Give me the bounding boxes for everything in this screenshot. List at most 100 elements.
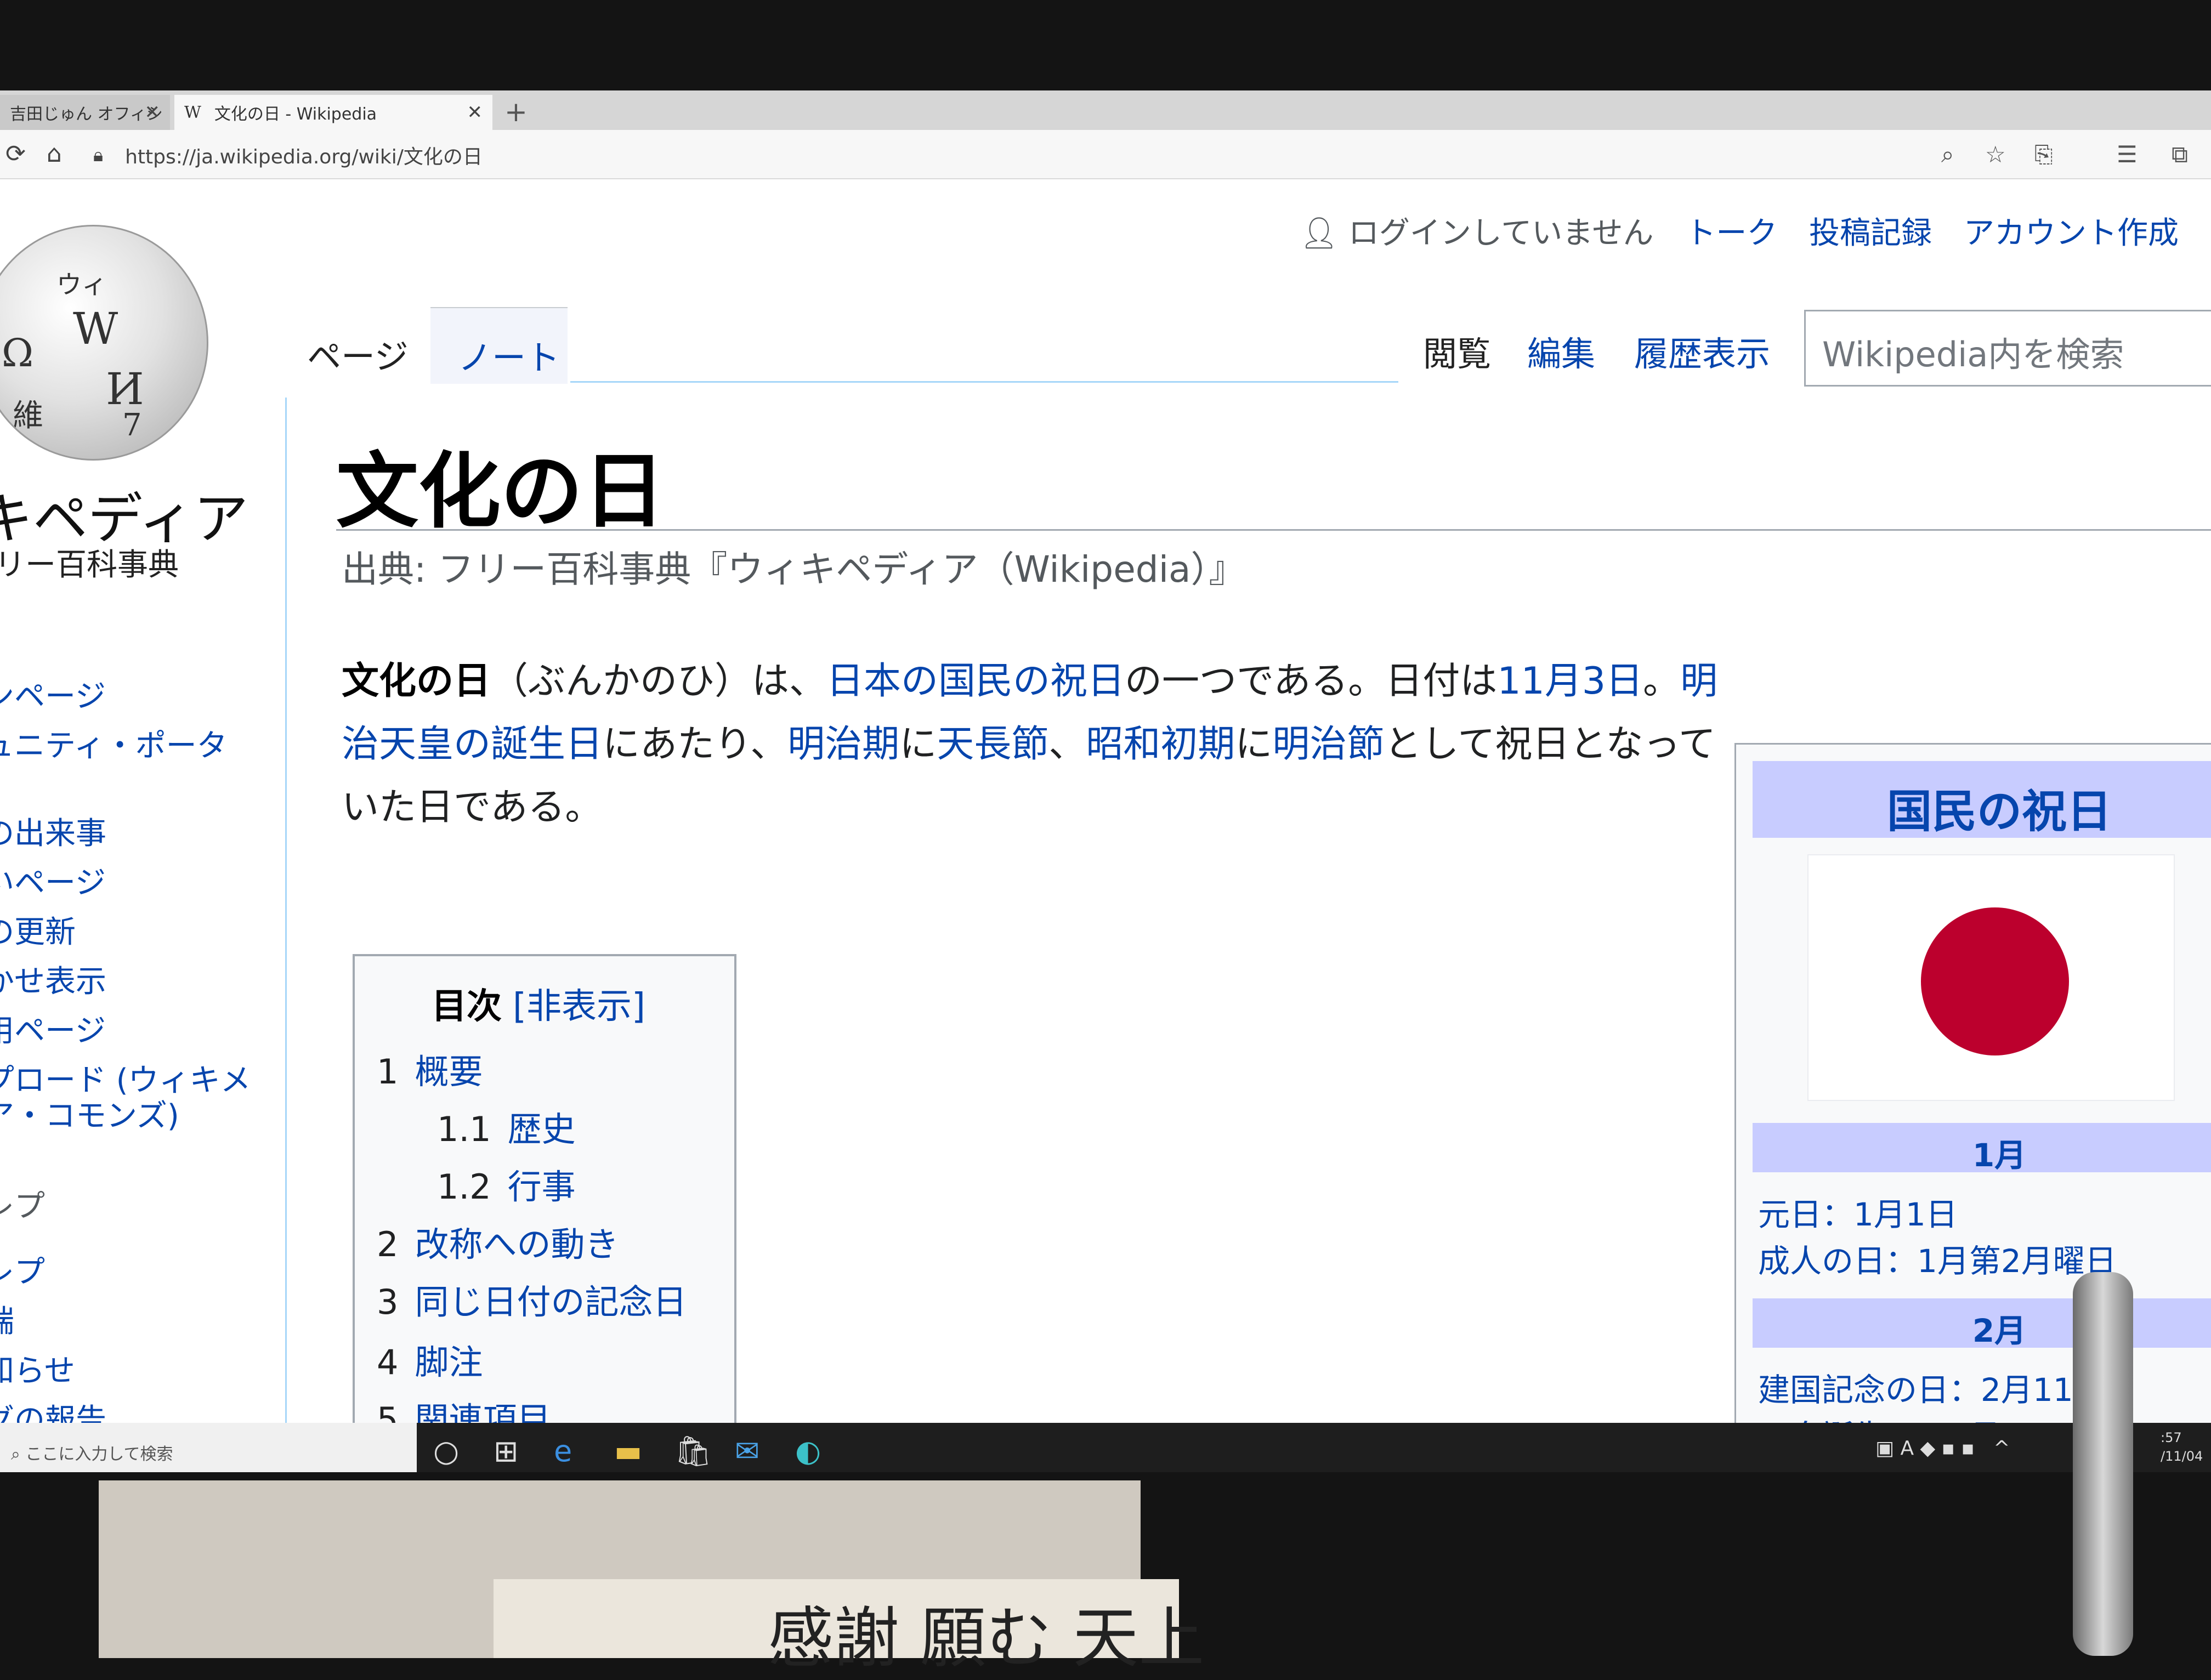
infobox-national-holidays: 国民の祝日 1月 元日：1月1日 成人の日：1月第2月曜日 2月 建国記念の日：… [1734, 743, 2211, 1472]
sidebar-item[interactable]: ンページ [0, 672, 106, 716]
lock-icon: 🔒︎ [93, 144, 104, 166]
toc-item[interactable]: 4 脚注 [377, 1335, 483, 1384]
task-view-icon[interactable]: ⊞ [494, 1434, 518, 1468]
cortana-icon[interactable]: ○ [433, 1434, 459, 1468]
zoom-icon[interactable]: ⌕ [1941, 141, 1954, 168]
user-icon: 👤︎ [1300, 215, 1339, 251]
read-aloud-icon[interactable]: ⎘ [2034, 141, 2053, 168]
favorite-star-icon[interactable]: ☆ [1985, 141, 2006, 168]
lead-text: に [1235, 723, 1273, 766]
toc-item[interactable]: 2 改称への動き [377, 1217, 619, 1266]
toc-toggle[interactable]: [非表示] [513, 986, 645, 1027]
tab-divider [570, 381, 1398, 383]
link-national-holiday[interactable]: 日本の国民の祝日 [826, 660, 1125, 703]
search-input[interactable]: Wikipedia内を検索 [1804, 310, 2211, 387]
talk-link[interactable]: トーク [1685, 215, 1777, 251]
toc-number: 3 [377, 1282, 399, 1322]
sidebar-item[interactable]: いページ [0, 858, 106, 903]
browser-tab-inactive[interactable]: 吉田じゅん オフィシ ✕ [0, 95, 170, 130]
wikipedia-tagline: リー百科事典 [0, 547, 179, 583]
toc-link[interactable]: 改称への動き [415, 1224, 619, 1264]
link-early-showa[interactable]: 昭和初期 [1086, 723, 1235, 766]
browser-toolbar: ⟳ ⌂ 🔒︎ https://ja.wikipedia.org/wiki/文化の… [0, 130, 2211, 179]
japan-flag-image[interactable] [1807, 854, 2175, 1101]
globe-glyph: Ω [2, 331, 34, 376]
infobox-holiday-row[interactable]: 元日：1月1日 [1758, 1189, 1958, 1235]
toc-item[interactable]: 1 概要 [377, 1044, 483, 1093]
toc-link[interactable]: 脚注 [415, 1342, 483, 1382]
toc-item[interactable]: 3 同じ日付の記念日 [377, 1274, 687, 1324]
toc-item[interactable]: 1.2 行事 [437, 1159, 576, 1208]
infobox-month-header: 2月 [1753, 1298, 2211, 1349]
personal-tools: 👤︎ ログインしていません トーク 投稿記録 アカウント作成 ログ [1300, 208, 2211, 253]
sidebar-item[interactable]: 端 [0, 1297, 14, 1341]
create-account-link[interactable]: アカウント作成 [1964, 215, 2179, 251]
sidebar-item[interactable]: 用ページ [0, 1006, 106, 1051]
toc-link[interactable]: 概要 [415, 1052, 483, 1092]
toc-item[interactable]: 1.1 歴史 [437, 1102, 576, 1151]
windows-taskbar: ⌕ ここに入力して検索 ○ ⊞ e ▬ 🛍︎ ✉ ◐ ▣ A ◆ ▪ ▪ ^ :… [0, 1423, 2211, 1472]
sidebar-item[interactable]: レプ [0, 1247, 45, 1292]
file-explorer-icon[interactable]: ▬ [614, 1434, 642, 1468]
tab-talk[interactable]: ノート [430, 307, 568, 384]
toc-number: 2 [377, 1224, 399, 1264]
new-tab-icon[interactable]: + [504, 98, 528, 126]
monitor-screen: 吉田じゅん オフィシ ✕ W 文化の日 - Wikipedia ✕ + ⟳ ⌂ … [0, 90, 2211, 1472]
store-icon[interactable]: 🛍︎ [674, 1434, 712, 1469]
lead-paragraph: 文化の日（ぶんかのひ）は、日本の国民の祝日の一つである。日付は11月3日。明治天… [342, 650, 1740, 839]
site-subtitle: 出典: フリー百科事典『ウィキペディア（Wikipedia）』 [342, 548, 1245, 591]
address-bar[interactable]: 🔒︎ https://ja.wikipedia.org/wiki/文化の日 [93, 139, 2067, 172]
wikipedia-globe-logo[interactable]: ウィ W Ω И 維 7 [0, 225, 208, 461]
pen-object [2073, 1272, 2133, 1656]
toc-number: 4 [377, 1342, 399, 1382]
toc-link[interactable]: 同じ日付の記念日 [415, 1282, 687, 1322]
tab-page[interactable]: ページ [291, 307, 428, 384]
browser-tab-active[interactable]: W 文化の日 - Wikipedia ✕ [174, 95, 492, 130]
close-icon[interactable]: ✕ [467, 101, 483, 123]
favorites-list-icon[interactable]: ☰ [2117, 141, 2138, 168]
collections-icon[interactable]: ⧉ [2172, 141, 2188, 168]
taskbar-clock[interactable]: :57 /11/04 [2161, 1428, 2203, 1466]
toc-link[interactable]: 歴史 [508, 1109, 576, 1149]
contributions-link[interactable]: 投稿記録 [1809, 215, 1932, 251]
browser-tab-bar: 吉田じゅん オフィシ ✕ W 文化の日 - Wikipedia ✕ + [0, 90, 2211, 130]
clock-date: /11/04 [2161, 1449, 2203, 1464]
refresh-icon[interactable]: ⟳ [5, 140, 26, 168]
infobox-holiday-row[interactable]: 成人の日：1月第2月曜日 [1758, 1235, 2117, 1281]
tab-edit[interactable]: 編集 [1527, 326, 1595, 376]
tab-read[interactable]: 閲覧 [1423, 326, 1491, 376]
globe-glyph: 維 [13, 398, 43, 434]
link-november-3[interactable]: 11月3日 [1497, 660, 1643, 703]
home-icon[interactable]: ⌂ [47, 140, 62, 168]
infobox-month-header: 1月 [1753, 1123, 2211, 1174]
infobox-holiday-row[interactable]: 建国記念の日：2月11日 [1758, 1364, 2105, 1410]
lead-text: に [899, 723, 937, 766]
lead-text: 、 [1048, 723, 1086, 766]
link-meiji-era[interactable]: 明治期 [787, 723, 899, 766]
title-divider [336, 529, 2211, 531]
mail-icon[interactable]: ✉ [735, 1434, 759, 1468]
close-icon[interactable]: ✕ [145, 101, 161, 123]
internet-explorer-icon[interactable]: e [554, 1434, 572, 1468]
infobox-title[interactable]: 国民の祝日 [1753, 761, 2211, 838]
toc-link[interactable]: 行事 [508, 1167, 576, 1207]
tab-history[interactable]: 履歴表示 [1634, 326, 1770, 376]
toc-number: 1.1 [437, 1109, 491, 1149]
edge-browser-icon[interactable]: ◐ [795, 1434, 821, 1468]
taskbar-search-input[interactable]: ⌕ ここに入力して検索 [0, 1423, 417, 1472]
url-text: https://ja.wikipedia.org/wiki/文化の日 [125, 146, 483, 168]
link-tenchosetsu[interactable]: 天長節 [937, 723, 1048, 766]
sidebar-item[interactable]: の更新 [0, 907, 76, 952]
sidebar-item[interactable]: ア・コモンズ) [0, 1091, 179, 1136]
sidebar-item[interactable]: 知らせ [0, 1346, 75, 1390]
lead-text: （ぶんかのひ）は、 [491, 660, 827, 703]
link-meijisetsu[interactable]: 明治節 [1272, 723, 1384, 766]
sidebar-heading: レプ [0, 1189, 45, 1224]
lead-text: にあたり、 [603, 723, 788, 766]
calligraphy-text: 感謝 願む 天上 [768, 1600, 1205, 1677]
sidebar-item[interactable]: の出来事 [0, 809, 106, 853]
sidebar-item[interactable]: ュニティ・ポータ [0, 721, 228, 765]
system-tray[interactable]: ▣ A ◆ ▪ ▪ ^ [1875, 1437, 2010, 1460]
sidebar-item[interactable]: かせ表示 [0, 957, 106, 1001]
not-logged-in-label: ログインしていません [1348, 215, 1654, 251]
